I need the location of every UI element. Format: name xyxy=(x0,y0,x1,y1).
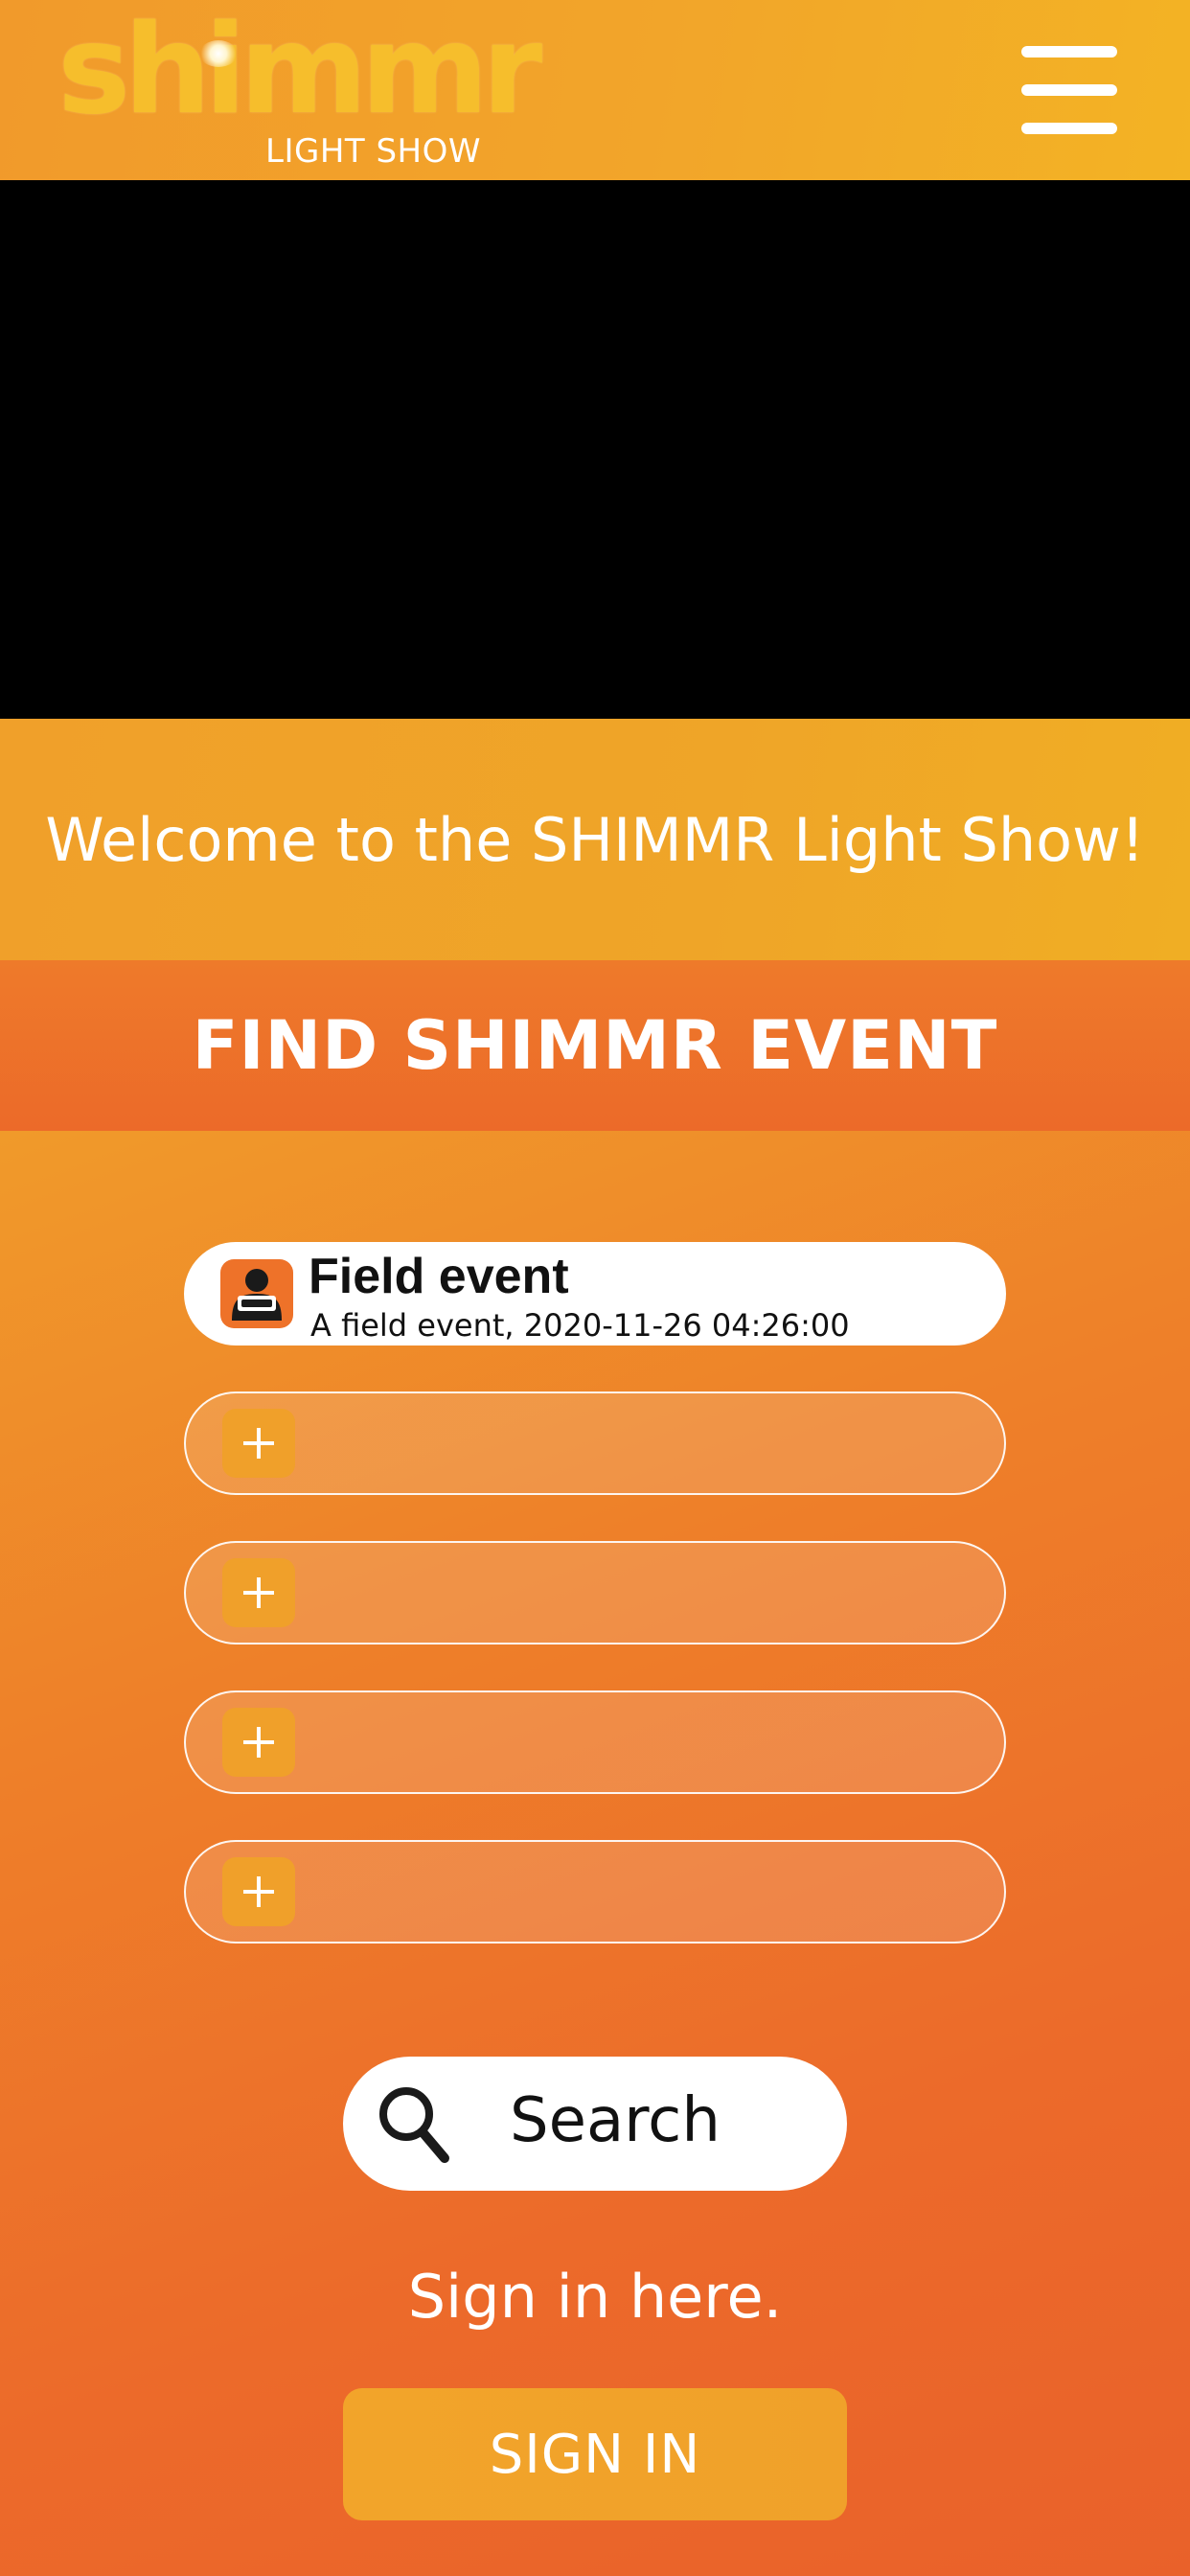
menu-bar xyxy=(1021,84,1117,96)
logo-subtitle: LIGHT SHOW xyxy=(265,132,481,171)
hamburger-menu-icon[interactable] xyxy=(1016,42,1121,138)
app-header: shimmr LIGHT SHOW xyxy=(0,0,1190,180)
plus-icon xyxy=(222,1708,295,1777)
plus-icon xyxy=(222,1558,295,1627)
search-label: Search xyxy=(510,2085,721,2156)
search-button[interactable]: Search xyxy=(343,2057,847,2191)
event-list-section: Field event A field event, 2020-11-26 04… xyxy=(0,1131,1190,2576)
person-ticket-icon xyxy=(220,1259,293,1328)
welcome-banner: Welcome to the SHIMMR Light Show! xyxy=(0,719,1190,960)
add-event-slot[interactable] xyxy=(184,1392,1006,1495)
video-player[interactable] xyxy=(0,180,1190,719)
plus-icon xyxy=(222,1409,295,1478)
welcome-text: Welcome to the SHIMMR Light Show! xyxy=(45,804,1145,875)
sign-in-hint: Sign in here. xyxy=(407,2262,783,2332)
menu-bar xyxy=(1021,46,1117,58)
event-title: Field event xyxy=(309,1249,569,1304)
find-event-banner: FIND SHIMMR EVENT xyxy=(0,960,1190,1131)
app-screen: shimmr LIGHT SHOW Welcome to the SHIMMR … xyxy=(0,0,1190,2576)
find-event-title: FIND SHIMMR EVENT xyxy=(192,1006,998,1085)
plus-icon xyxy=(222,1857,295,1926)
add-event-slot[interactable] xyxy=(184,1690,1006,1794)
add-event-slot[interactable] xyxy=(184,1840,1006,1944)
menu-bar xyxy=(1021,123,1117,134)
event-description: A field event, 2020-11-26 04:26:00 xyxy=(310,1307,850,1344)
event-item-field-event[interactable]: Field event A field event, 2020-11-26 04… xyxy=(184,1242,1006,1346)
logo-wordmark: shimmr xyxy=(57,0,542,142)
logo-glow-dot xyxy=(199,40,238,67)
sign-in-button[interactable]: SIGN IN xyxy=(343,2388,847,2520)
search-icon xyxy=(370,2080,462,2172)
add-event-slot[interactable] xyxy=(184,1541,1006,1644)
sign-in-button-label: SIGN IN xyxy=(489,2423,701,2486)
shimmr-logo[interactable]: shimmr LIGHT SHOW xyxy=(57,10,542,172)
